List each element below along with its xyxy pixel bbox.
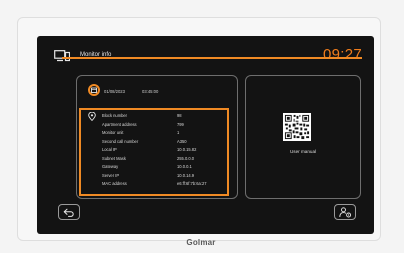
row-value: 10.0.15.82 (177, 147, 197, 152)
clock: 09:27 (322, 46, 362, 63)
calendar-icon (88, 84, 100, 96)
row-value: 98 (177, 113, 182, 118)
row-label: Apartment address (102, 122, 137, 127)
brand-logo: Golmar (186, 238, 216, 247)
row-value: e6:ff:6f:7b:6a:27 (177, 181, 207, 186)
row-label: Local IP (102, 147, 117, 152)
return-icon (63, 208, 74, 217)
monitor-screen: Monitor info 09:27 01/08/2023 03:45:00 B… (37, 36, 374, 234)
row-value: 799 (177, 122, 184, 127)
row-label: MAC address (102, 181, 127, 186)
row-label: Gateway (102, 164, 119, 169)
row-value: 10.0.0.1 (177, 164, 192, 169)
user-settings-icon (338, 206, 351, 217)
row-label: Second call number (102, 139, 139, 144)
user-manual-label[interactable]: User manual (290, 149, 316, 154)
row-value: A350 (177, 139, 187, 144)
callout-line (62, 57, 362, 59)
user-settings-button[interactable] (334, 204, 356, 220)
date-value: 01/08/2023 (104, 89, 125, 94)
location-pin-icon (88, 112, 96, 121)
row-value: 1 (177, 130, 180, 135)
monitor-info-icon (54, 50, 70, 62)
time-value: 03:45:00 (142, 89, 159, 94)
qr-code-icon[interactable] (283, 113, 311, 141)
row-value: 255.0.0.0 (177, 156, 195, 161)
row-label: Subnet Mask (102, 156, 126, 161)
row-label: Server IP (102, 173, 120, 178)
back-button[interactable] (58, 204, 80, 220)
row-label: Monitor unit (102, 130, 124, 135)
row-value: 10.0.14.9 (177, 173, 195, 178)
row-label: Block number (102, 113, 128, 118)
